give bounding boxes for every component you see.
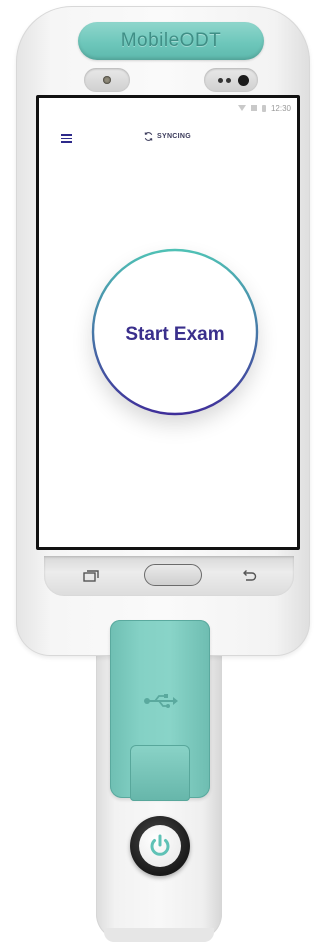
wifi-icon: [237, 105, 246, 111]
back-button[interactable]: [240, 568, 258, 584]
device-handle-foot: [104, 928, 214, 942]
nav-bar: [44, 556, 294, 596]
front-camera: [84, 68, 130, 92]
sensor-array: [204, 68, 258, 92]
recent-apps-button[interactable]: [82, 569, 100, 583]
app-screen: 12:30 SYNCING Start Exam: [39, 98, 297, 547]
usb-icon: [144, 694, 178, 708]
status-time: 12:30: [270, 103, 291, 113]
power-icon: [150, 834, 170, 856]
home-button[interactable]: [144, 564, 202, 586]
signal-icon: [250, 105, 257, 111]
hamburger-menu-icon[interactable]: [61, 134, 72, 143]
sync-status: SYNCING: [143, 131, 191, 142]
battery-icon: [261, 104, 266, 112]
sync-icon: [144, 132, 153, 141]
start-exam-label[interactable]: Start Exam: [91, 324, 259, 346]
sync-label: SYNCING: [157, 133, 191, 140]
brand-logo: MobileODT: [78, 22, 264, 60]
status-bar: 12:30: [237, 102, 291, 114]
clip-tab[interactable]: [130, 745, 190, 801]
